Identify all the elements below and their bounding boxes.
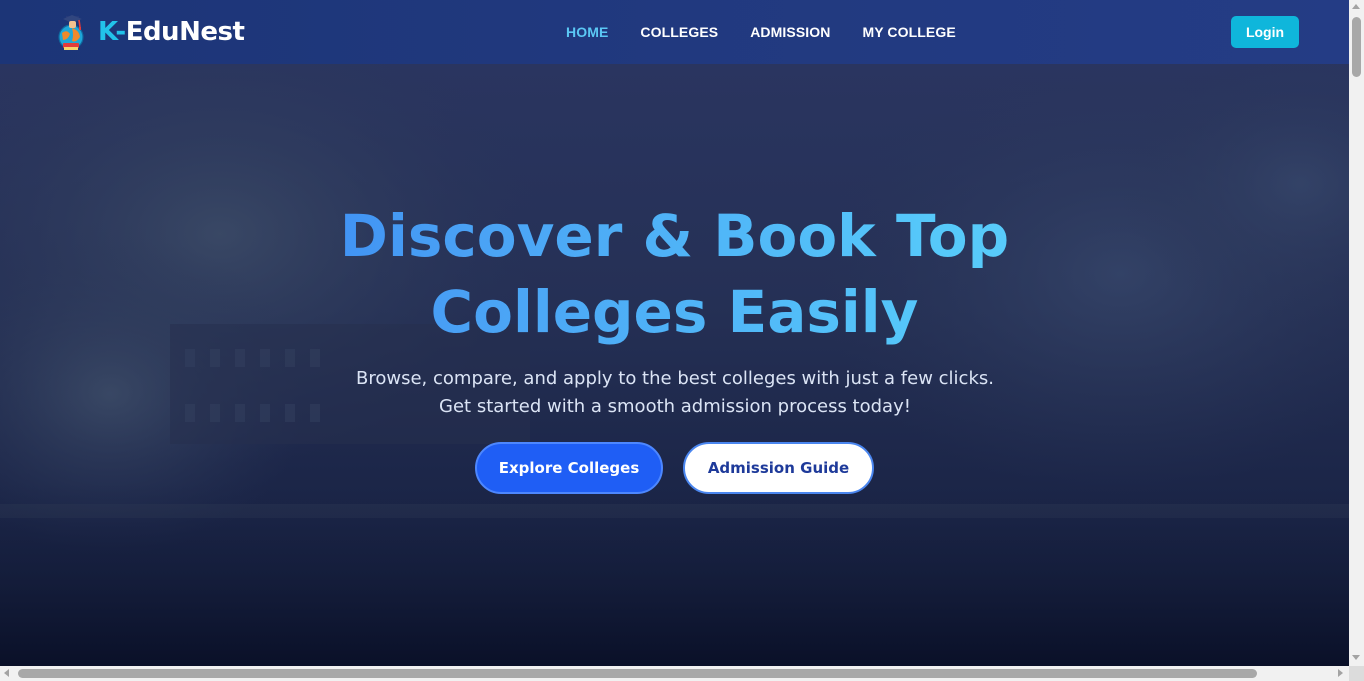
nav-my-college[interactable]: MY COLLEGE: [862, 24, 955, 40]
horizontal-scrollbar[interactable]: [0, 666, 1349, 681]
hero-headline: Discover & Book Top Colleges Easily: [0, 198, 1349, 350]
nav-admission[interactable]: ADMISSION: [750, 24, 830, 40]
page-viewport: K-EduNest HOME COLLEGES ADMISSION MY COL…: [0, 0, 1349, 666]
vertical-scrollbar[interactable]: [1349, 0, 1364, 666]
scroll-up-arrow-icon[interactable]: [1352, 4, 1360, 9]
hero-headline-line1: Discover & Book Top: [339, 202, 1010, 270]
hero-headline-line2: Colleges Easily: [430, 278, 919, 346]
main-nav: HOME COLLEGES ADMISSION MY COLLEGE: [566, 0, 988, 64]
nav-home[interactable]: HOME: [566, 24, 608, 40]
brand-name: K-EduNest: [98, 13, 245, 51]
login-button[interactable]: Login: [1231, 16, 1299, 48]
brand-prefix: K-: [98, 17, 126, 47]
brand-name-text: EduNest: [125, 17, 245, 47]
brand-logo-link[interactable]: K-EduNest: [57, 13, 245, 51]
hero-subtitle: Browse, compare, and apply to the best c…: [356, 368, 994, 417]
vertical-scroll-thumb[interactable]: [1352, 17, 1361, 77]
scroll-down-arrow-icon[interactable]: [1352, 655, 1360, 660]
horizontal-scroll-thumb[interactable]: [18, 669, 1257, 678]
navbar: K-EduNest HOME COLLEGES ADMISSION MY COL…: [0, 0, 1349, 64]
admission-guide-button[interactable]: Admission Guide: [683, 442, 874, 494]
explore-colleges-button[interactable]: Explore Colleges: [475, 442, 663, 494]
graduate-globe-icon: [58, 15, 84, 50]
scrollbar-corner: [1349, 666, 1364, 681]
scroll-right-arrow-icon[interactable]: [1338, 669, 1343, 677]
scroll-left-arrow-icon[interactable]: [4, 669, 9, 677]
hero-section: Discover & Book Top Colleges Easily Brow…: [0, 64, 1349, 666]
nav-colleges[interactable]: COLLEGES: [640, 24, 718, 40]
